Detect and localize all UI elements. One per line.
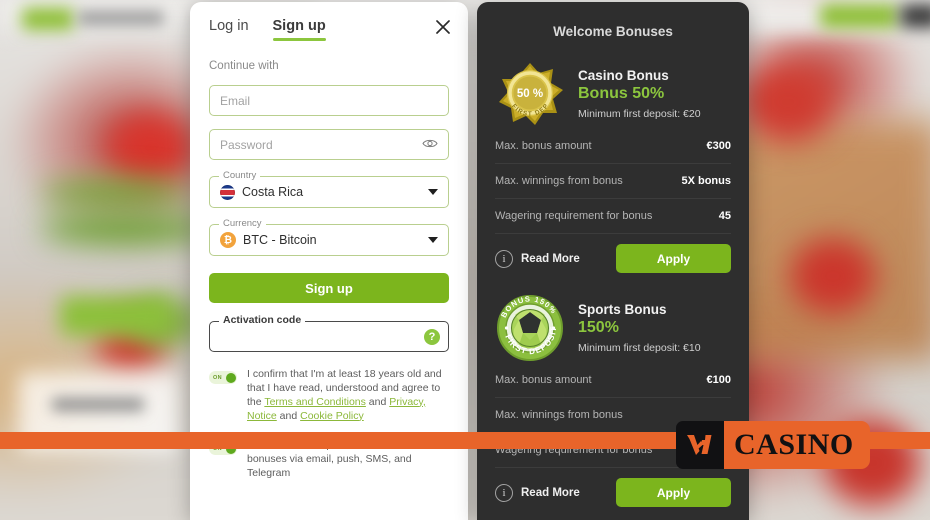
auth-tabs: Log in Sign up [209, 18, 449, 41]
bitcoin-icon: ₿ [220, 232, 236, 248]
bonus-actions: i Read More Apply [495, 244, 731, 273]
bonus-detail-row: Max. bonus amount €100 [495, 363, 731, 398]
continue-with-label: Continue with [209, 60, 279, 72]
consent-age-terms: ON I confirm that I'm at least 18 years … [209, 368, 449, 423]
password-field[interactable]: Password [209, 129, 449, 160]
row-value: 5X bonus [681, 175, 731, 187]
row-key: Max. winnings from bonus [495, 409, 623, 421]
toggle-age-terms[interactable]: ON [209, 371, 237, 384]
row-value: €100 [706, 374, 731, 386]
row-key: Wagering requirement for bonus [495, 210, 653, 222]
promo-brand-name: CASINO [724, 421, 870, 469]
bonus-min-deposit: Minimum first deposit: €20 [578, 108, 701, 120]
email-field[interactable]: Email [209, 85, 449, 116]
tab-signup[interactable]: Sign up [272, 18, 326, 41]
bonuses-title: Welcome Bonuses [553, 24, 673, 39]
chevron-down-icon[interactable] [428, 189, 438, 195]
activation-code-field[interactable]: Activation code ? [209, 314, 449, 352]
bonus-percent: 150% [578, 319, 619, 336]
country-label: Country [219, 170, 261, 181]
read-more-button[interactable]: i Read More [495, 483, 580, 502]
read-more-button[interactable]: i Read More [495, 249, 580, 268]
currency-select[interactable]: Currency ₿ BTC - Bitcoin [209, 218, 449, 256]
row-key: Max. bonus amount [495, 374, 592, 386]
background-header-green-button [820, 4, 898, 28]
help-icon[interactable]: ? [424, 328, 440, 345]
costa-rica-flag-icon [220, 184, 235, 200]
consent-part: and [365, 395, 390, 408]
chevron-down-icon[interactable] [428, 237, 438, 243]
bonus-name: Casino Bonus [578, 68, 669, 83]
bonus-actions: i Read More Apply [495, 478, 731, 507]
background-heading-line [40, 180, 190, 206]
bonus-detail-row: Max. winnings from bonus 5X bonus [495, 164, 731, 199]
background-tomato [790, 238, 876, 314]
signup-submit-button[interactable]: Sign up [209, 273, 449, 303]
background-site-name [78, 11, 164, 25]
info-icon: i [495, 483, 513, 502]
row-value: €300 [706, 140, 731, 152]
read-more-label: Read More [521, 252, 580, 265]
apply-button[interactable]: Apply [616, 478, 731, 507]
background-tomato [742, 62, 834, 142]
row-key: Max. winnings from bonus [495, 175, 623, 187]
bonus-header: BONUS 150% FIRST DEPOSIT Sports Bonus 15… [495, 293, 731, 363]
va-monogram-icon [676, 421, 724, 469]
read-more-label: Read More [521, 486, 580, 499]
row-value: 45 [718, 210, 731, 222]
bonus-min-deposit: Minimum first deposit: €10 [578, 342, 701, 354]
casino-gold-badge-icon: 50 % FIRST DEPOSIT [492, 54, 565, 129]
apply-button[interactable]: Apply [616, 244, 731, 273]
toggle-knob [225, 372, 236, 383]
svg-text:50 %: 50 % [517, 88, 543, 100]
info-icon: i [495, 249, 513, 268]
toggle-state-label: ON [213, 374, 222, 381]
screen: Log in Sign up Continue with Email Passw… [0, 0, 930, 520]
background-site-logo [22, 8, 74, 30]
sports-green-badge-icon: BONUS 150% FIRST DEPOSIT [495, 293, 565, 363]
email-placeholder: Email [220, 93, 251, 108]
bonus-header: 50 % FIRST DEPOSIT Casino Bonus Bonus 50… [492, 54, 731, 129]
background-tomato [108, 112, 194, 184]
consent-part: and [276, 409, 301, 422]
bonus-detail-row: Max. bonus amount €300 [495, 129, 731, 164]
password-placeholder: Password [220, 137, 273, 152]
country-select[interactable]: Country Costa Rica [209, 170, 449, 208]
bonus-name: Sports Bonus [578, 302, 667, 317]
terms-and-conditions-link[interactable]: Terms and Conditions [264, 396, 366, 408]
country-value: Costa Rica [242, 185, 304, 199]
bonus-card-casino: 50 % FIRST DEPOSIT Casino Bonus Bonus 50… [477, 54, 749, 273]
background-cta-button [60, 296, 170, 336]
background-card-text [52, 398, 144, 411]
bonus-detail-row: Wagering requirement for bonus 45 [495, 199, 731, 234]
bonus-card-sports: BONUS 150% FIRST DEPOSIT Sports Bonus 15… [477, 293, 749, 507]
tab-login[interactable]: Log in [209, 18, 249, 41]
currency-label: Currency [219, 218, 266, 229]
row-key: Max. bonus amount [495, 140, 592, 152]
eye-icon[interactable] [422, 136, 438, 154]
background-header-dark-button [900, 4, 930, 28]
activation-code-label: Activation code [219, 314, 306, 326]
promo-brand-logo: CASINO [676, 421, 870, 469]
bonus-percent: Bonus 50% [578, 85, 665, 102]
background-heading-line [40, 214, 210, 244]
cookie-policy-link[interactable]: Cookie Policy [300, 410, 364, 422]
consent-age-terms-text: I confirm that I'm at least 18 years old… [247, 368, 449, 423]
currency-value: BTC - Bitcoin [243, 233, 317, 247]
